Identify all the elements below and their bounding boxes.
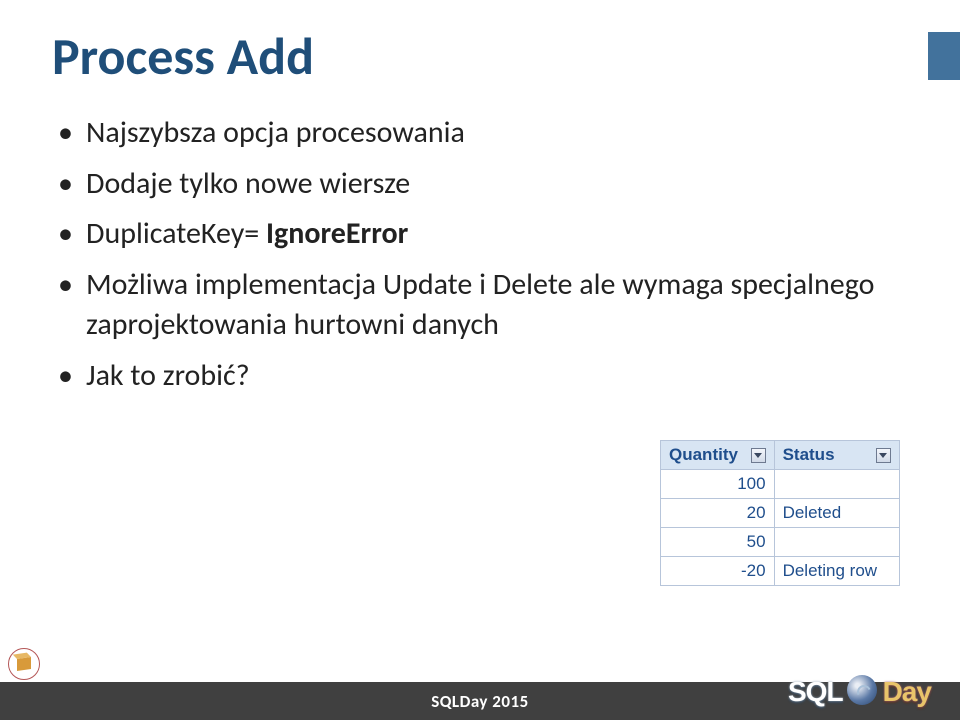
cell-quantity: 100: [661, 470, 775, 499]
table-row: 50: [661, 528, 900, 557]
data-table: Quantity Status 100 20 Deleted 50: [660, 440, 900, 586]
dropdown-icon[interactable]: [751, 448, 766, 463]
bullet-item: DuplicateKey= IgnoreError: [58, 214, 908, 255]
header-label: Status: [783, 445, 835, 464]
header-label: Quantity: [669, 445, 738, 464]
disc-icon: [847, 675, 877, 705]
footer-text: SQLDay 2015: [431, 691, 529, 712]
cell-status: Deleted: [774, 499, 899, 528]
bullet-item: Jak to zrobić?: [58, 356, 908, 397]
col-header-status[interactable]: Status: [774, 441, 899, 470]
bullet-item: Dodaje tylko nowe wiersze: [58, 164, 908, 205]
cell-quantity: 20: [661, 499, 775, 528]
cell-status: Deleting row: [774, 557, 899, 586]
logo-text-left: SQL: [788, 676, 843, 708]
slide: Process Add Najszybsza opcja procesowani…: [0, 0, 960, 720]
corner-badge-icon: [8, 648, 40, 680]
slide-title: Process Add: [52, 28, 908, 85]
bullet-list: Najszybsza opcja procesowania Dodaje tyl…: [58, 113, 908, 396]
table-row: -20 Deleting row: [661, 557, 900, 586]
table-row: 100: [661, 470, 900, 499]
footer-bar: SQLDay 2015 SQL Day: [0, 682, 960, 720]
cube-icon: [17, 657, 31, 671]
cell-quantity: -20: [661, 557, 775, 586]
table-header-row: Quantity Status: [661, 441, 900, 470]
col-header-quantity[interactable]: Quantity: [661, 441, 775, 470]
bullet-text: DuplicateKey=: [86, 215, 266, 252]
bullet-bold: IgnoreError: [266, 215, 408, 252]
bullet-item: Możliwa implementacja Update i Delete al…: [58, 265, 908, 346]
dropdown-icon[interactable]: [876, 448, 891, 463]
cell-status: [774, 528, 899, 557]
sqlday-logo: SQL Day: [788, 668, 948, 716]
bullet-item: Najszybsza opcja procesowania: [58, 113, 908, 154]
table-row: 20 Deleted: [661, 499, 900, 528]
logo-text-right: Day: [883, 676, 931, 708]
cell-quantity: 50: [661, 528, 775, 557]
cell-status: [774, 470, 899, 499]
